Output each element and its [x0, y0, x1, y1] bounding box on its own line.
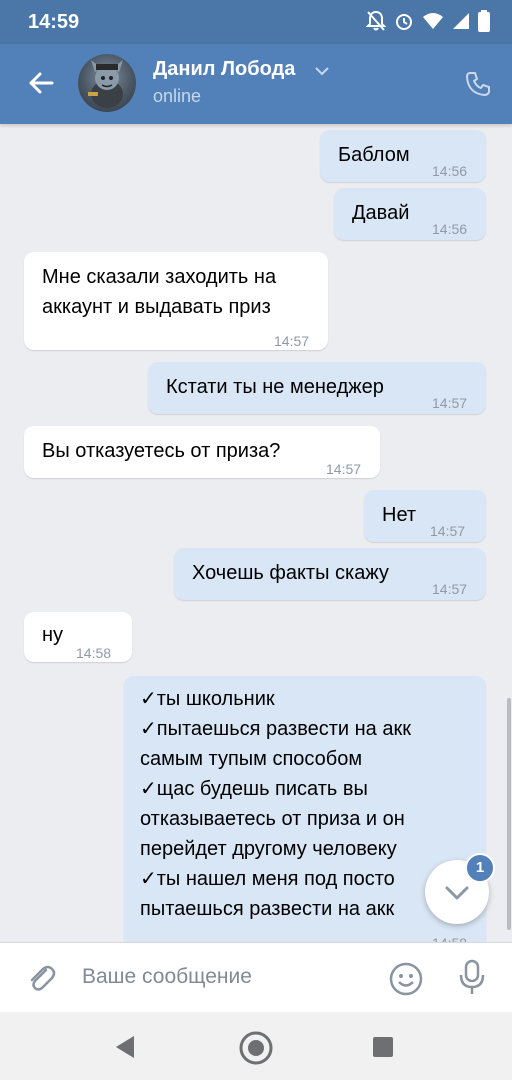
alarm-icon [396, 14, 412, 30]
paperclip-icon[interactable] [24, 961, 58, 995]
message-text: Баблом [338, 144, 410, 166]
message-text: Давай [352, 202, 410, 224]
message-time: 14:57 [432, 581, 468, 597]
message-bubble[interactable]: Хочешь факты скажу 14:57 [174, 548, 486, 600]
nav-recents-icon[interactable] [372, 1036, 394, 1058]
message-text: ✓пытаешься развести на акк [140, 718, 411, 740]
message-bubble[interactable]: Давай 14:56 [334, 188, 486, 240]
message-time: 14:57 [326, 461, 362, 477]
message-text: отказываетесь от приза и он [140, 808, 405, 830]
message-bubble[interactable]: Мне сказали заходить на аккаунт и выдава… [24, 252, 328, 350]
phone-call-icon[interactable] [464, 70, 492, 98]
mute-bell-icon [366, 10, 386, 31]
status-bar: 14:59 [0, 0, 512, 44]
message-time: 14:57 [274, 333, 310, 349]
scrollbar[interactable] [507, 698, 511, 930]
nav-back-icon[interactable] [112, 1034, 138, 1060]
message-bubble[interactable]: Вы отказуетесь от приза? 14:57 [24, 426, 380, 478]
message-time: 14:56 [432, 221, 468, 237]
message-text: ну [42, 624, 64, 646]
message-text: самым тупым способом [140, 748, 363, 770]
message-list[interactable]: Баблом 14:56 Давай 14:56 Мне сказали зах… [0, 124, 512, 942]
nav-home-icon[interactable] [238, 1030, 274, 1066]
message-time: 14:57 [430, 523, 466, 539]
message-text: Кстати ты не менеджер [166, 376, 384, 398]
status-time: 14:59 [28, 11, 80, 33]
message-bubble[interactable]: Баблом 14:56 [320, 130, 486, 182]
contact-name[interactable]: Данил Лобода [153, 58, 295, 81]
chevron-down-icon[interactable] [314, 66, 330, 76]
avatar[interactable] [78, 54, 136, 112]
message-text: Нет [382, 504, 417, 526]
message-time: 14:57 [432, 395, 468, 411]
message-time: 14:58 [76, 645, 112, 661]
microphone-icon[interactable] [458, 959, 486, 997]
message-input[interactable]: Ваше сообщение [82, 965, 252, 989]
message-text: Хочешь факты скажу [192, 562, 389, 584]
message-text: ✓щас будешь писать вы [140, 778, 368, 800]
message-time: 14:58 [432, 928, 467, 942]
system-navigation-bar [0, 1012, 512, 1080]
message-bubble[interactable]: ну 14:58 [24, 612, 132, 662]
chat-header: Данил Лобода online [0, 44, 512, 124]
unread-badge: 1 [465, 853, 495, 883]
message-composer: Ваше сообщение [0, 942, 512, 1013]
wifi-icon [423, 13, 443, 29]
message-text: ✓ты школьник [140, 688, 275, 710]
signal-icon [453, 13, 469, 29]
message-text: пытаешься развести на акк [140, 898, 395, 920]
message-text: ✓ты нашел меня под посто [140, 868, 395, 890]
message-bubble[interactable]: Нет 14:57 [364, 490, 486, 542]
message-text: аккаунт и выдавать приз [42, 296, 271, 318]
message-text: Вы отказуетесь от приза? [42, 440, 281, 462]
battery-icon [478, 10, 490, 32]
message-text: перейдет другому человеку [140, 838, 397, 860]
emoji-icon[interactable] [388, 961, 424, 997]
message-time: 14:56 [432, 163, 468, 179]
status-icons [366, 10, 490, 32]
message-text: Мне сказали заходить на [42, 266, 277, 288]
message-bubble[interactable]: Кстати ты не менеджер 14:57 [148, 362, 486, 414]
back-arrow-icon[interactable] [26, 68, 56, 98]
contact-status: online [153, 86, 202, 106]
